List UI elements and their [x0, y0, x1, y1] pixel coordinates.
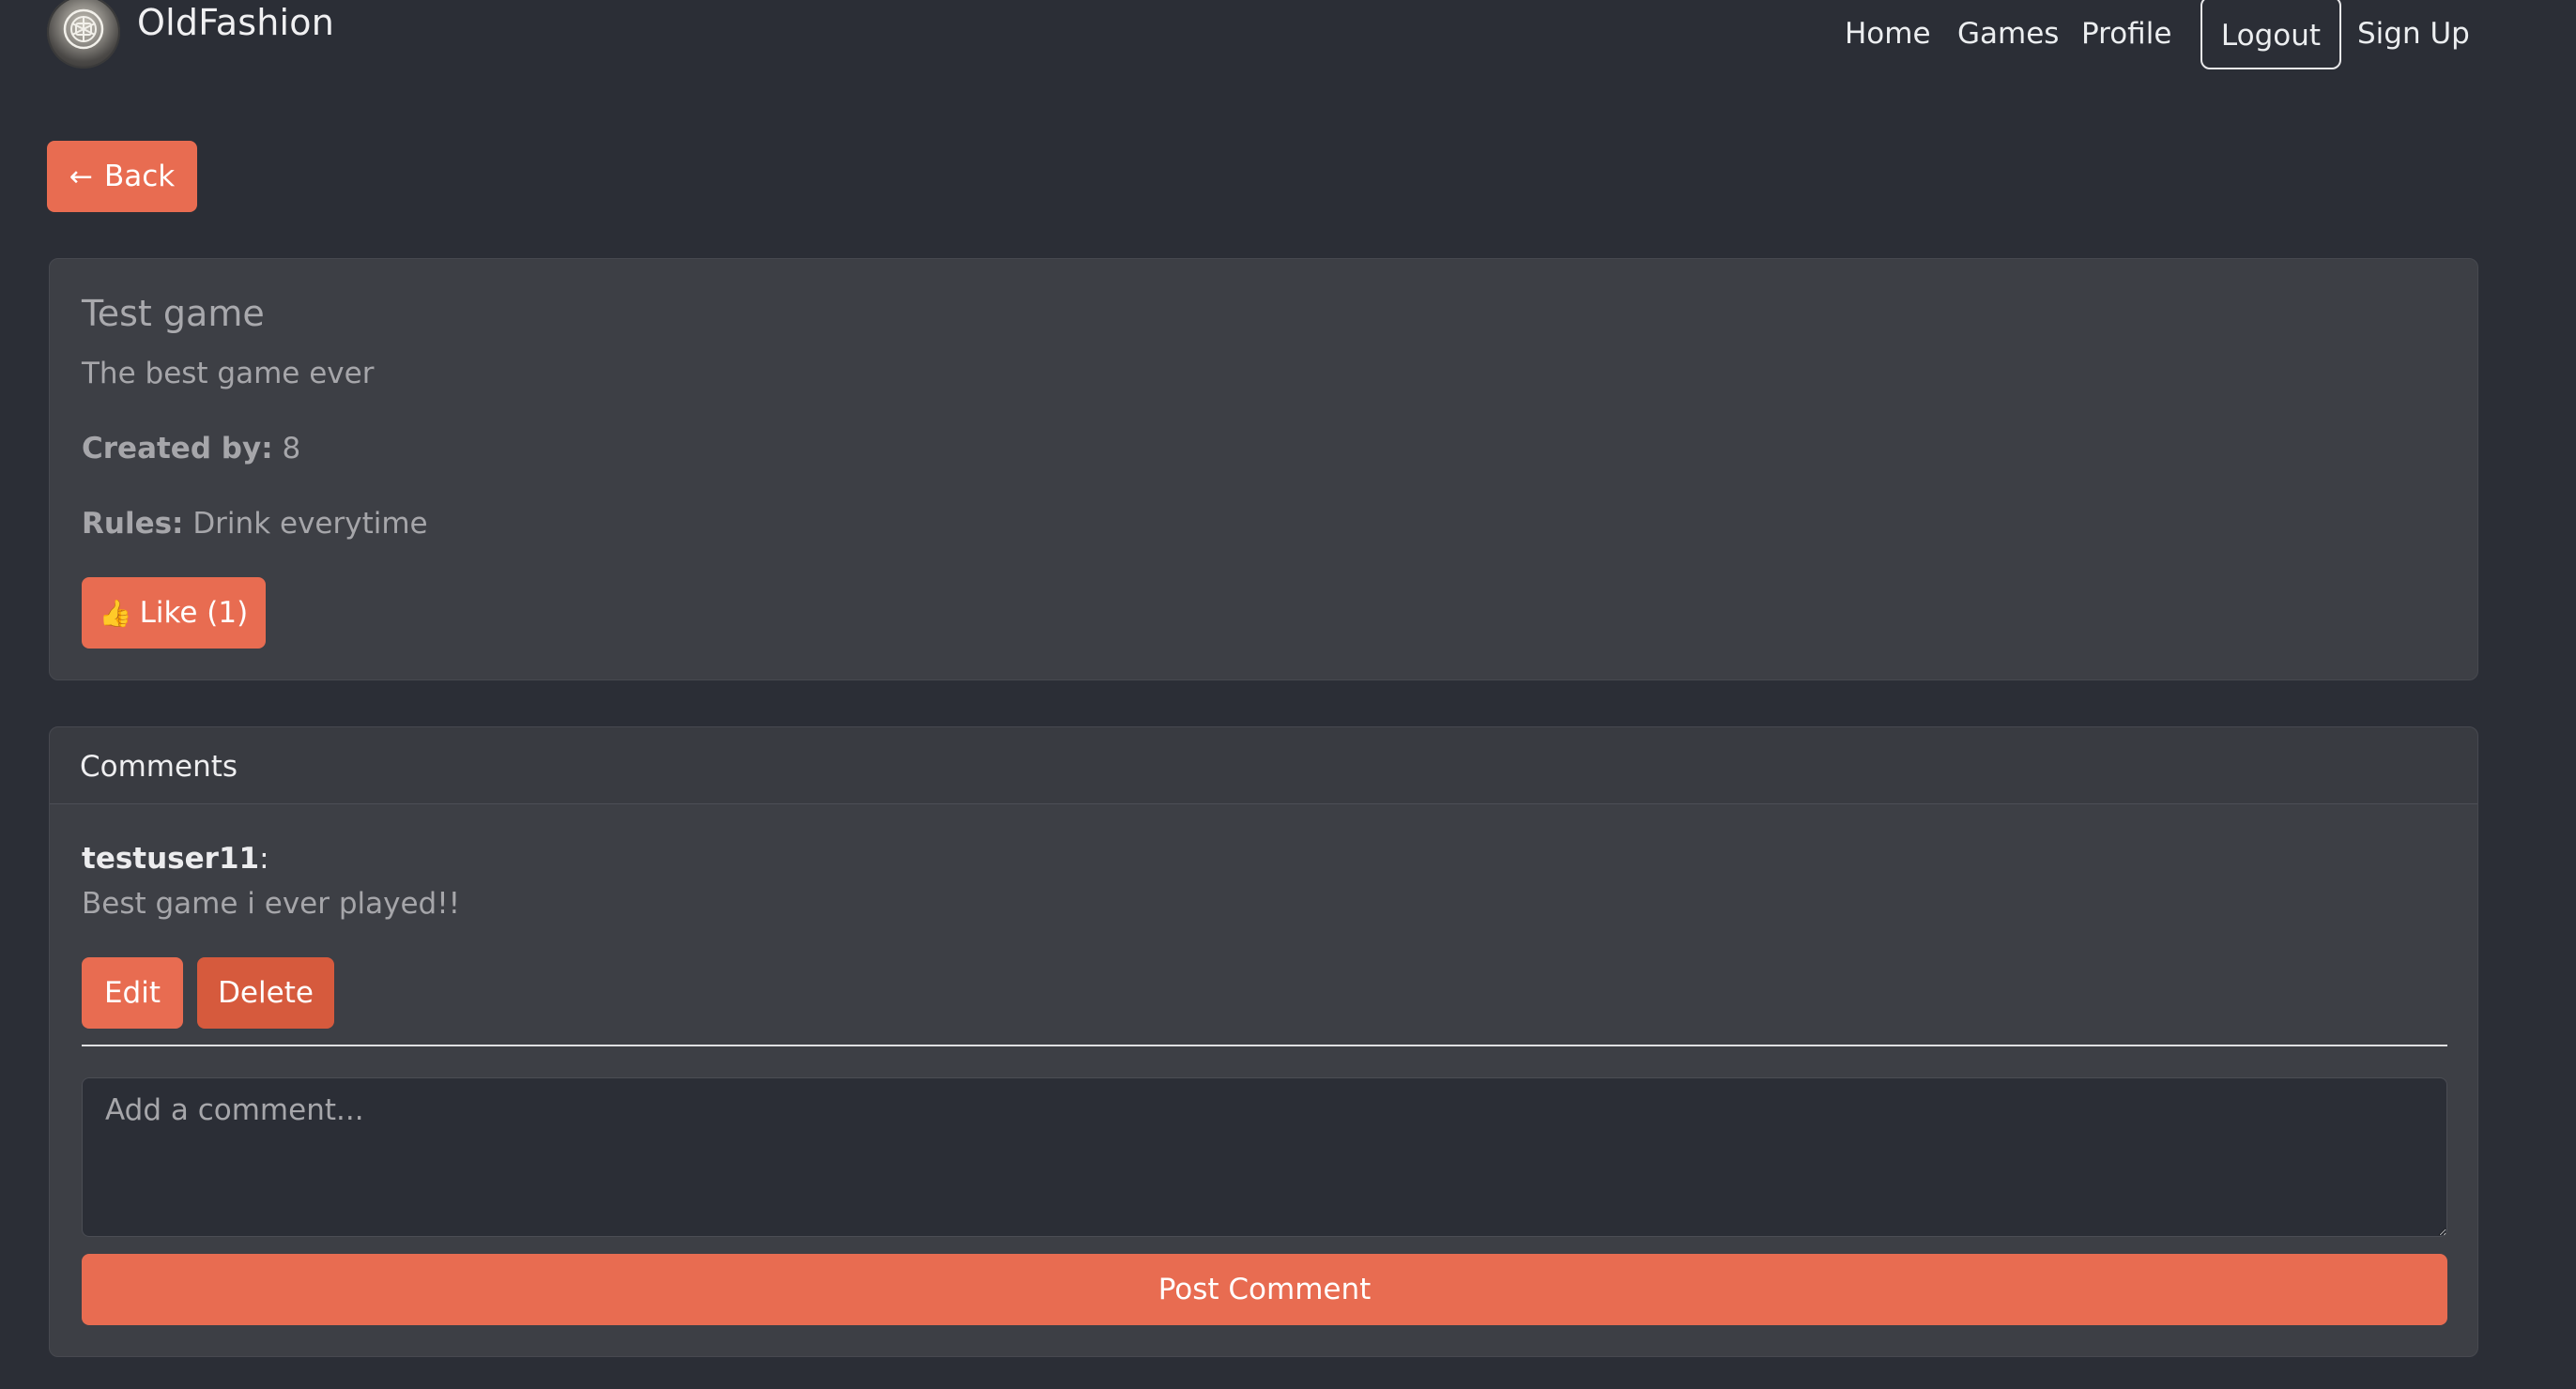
- comments-header: Comments: [50, 727, 2477, 804]
- rules-value: Drink everytime: [192, 507, 428, 541]
- comments-header-title: Comments: [80, 750, 238, 784]
- comment-author: testuser11:: [82, 842, 269, 876]
- back-button-label: Back: [103, 160, 176, 193]
- arrow-left-icon: ←: [69, 160, 93, 193]
- delete-comment-button[interactable]: Delete: [197, 957, 334, 1029]
- nav-link-profile[interactable]: Profile: [2081, 17, 2171, 51]
- back-button[interactable]: ← Back: [47, 141, 197, 212]
- logout-button[interactable]: Logout: [2200, 0, 2341, 69]
- nav-link-signup[interactable]: Sign Up: [2357, 17, 2470, 51]
- comments-card: Comments testuser11: Best game i ever pl…: [49, 726, 2478, 1357]
- brand-name: OldFashion: [137, 2, 335, 43]
- like-button[interactable]: 👍 Like (1): [82, 577, 266, 649]
- game-rules: Rules: Drink everytime: [82, 507, 428, 541]
- rules-label: Rules:: [82, 507, 184, 541]
- logout-label: Logout: [2220, 19, 2322, 53]
- comment-input[interactable]: [82, 1077, 2447, 1237]
- game-created-by: Created by: 8: [82, 432, 300, 466]
- comment-text: Best game i ever played!!: [82, 887, 461, 921]
- thumbs-up-icon: 👍: [99, 597, 132, 629]
- like-button-label: Like (1): [139, 596, 249, 630]
- edit-comment-button[interactable]: Edit: [82, 957, 183, 1029]
- comment-divider: [82, 1045, 2447, 1046]
- created-by-value: 8: [282, 432, 301, 466]
- game-title: Test game: [82, 293, 265, 334]
- brand-link[interactable]: OldFashion: [47, 0, 334, 71]
- post-comment-button[interactable]: Post Comment: [82, 1254, 2447, 1325]
- game-description: The best game ever: [82, 357, 375, 390]
- nav-link-games[interactable]: Games: [1957, 17, 2059, 51]
- navbar: OldFashion Home Games Profile Logout Sig…: [0, 0, 2576, 75]
- created-by-label: Created by:: [82, 432, 273, 466]
- brand-logo-icon: [47, 0, 120, 69]
- game-detail-card: Test game The best game ever Created by:…: [49, 258, 2478, 680]
- comment-author-name: testuser11: [82, 842, 260, 876]
- nav-link-home[interactable]: Home: [1845, 17, 1931, 51]
